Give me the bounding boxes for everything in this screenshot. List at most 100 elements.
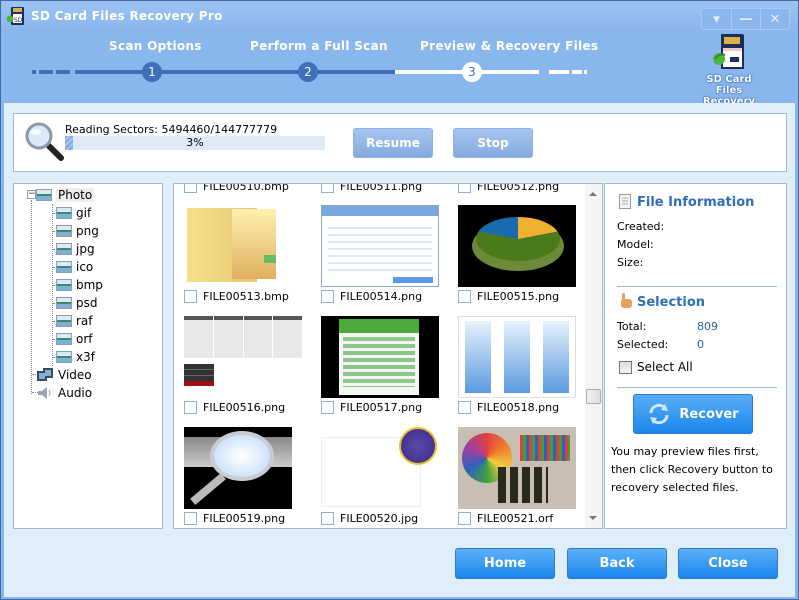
brand-name-line1: SD Card xyxy=(706,74,752,85)
checkbox-box[interactable] xyxy=(619,360,632,374)
step-2-label: Perform a Full Scan xyxy=(250,39,388,53)
wizard-steps: Scan Options Perform a Full Scan Preview… xyxy=(1,31,798,107)
file-item[interactable]: FILE00515.png xyxy=(458,290,559,303)
file-checkbox[interactable] xyxy=(321,290,334,303)
refresh-icon xyxy=(649,403,669,425)
file-thumbnail[interactable] xyxy=(184,427,302,509)
file-thumbnail[interactable] xyxy=(184,316,302,398)
step-3-label: Preview & Recovery Files xyxy=(420,39,599,53)
tree-item-orf[interactable]: orf xyxy=(56,330,93,348)
file-checkbox[interactable] xyxy=(184,512,197,525)
file-thumbnail[interactable] xyxy=(321,316,439,398)
file-thumbnail[interactable] xyxy=(458,316,576,398)
file-item[interactable]: FILE00516.png xyxy=(184,401,285,414)
tree-item-raf[interactable]: raf xyxy=(56,312,93,330)
file-item[interactable]: FILE00521.orf xyxy=(458,512,553,525)
close-button[interactable]: Close xyxy=(678,548,778,579)
track-dash xyxy=(572,70,582,74)
tree-item-label: Audio xyxy=(58,386,93,400)
tree-item-gif[interactable]: gif xyxy=(56,204,91,222)
tree-item-label: psd xyxy=(76,296,98,310)
track-dash xyxy=(32,70,36,74)
file-name: FILE00510.bmp xyxy=(203,183,289,193)
tree-item-label: raf xyxy=(76,314,93,328)
file-item[interactable]: FILE00514.png xyxy=(321,290,422,303)
file-item[interactable]: FILE00520.jpg xyxy=(321,512,418,525)
tree-item-video[interactable]: Video xyxy=(36,366,92,384)
file-checkbox[interactable] xyxy=(458,401,471,414)
tree-item-jpg[interactable]: jpg xyxy=(56,240,95,258)
file-thumbnail[interactable] xyxy=(321,427,439,509)
file-checkbox[interactable] xyxy=(184,401,197,414)
dropdown-menu-button[interactable]: ▾ xyxy=(702,9,731,29)
divider xyxy=(617,387,777,388)
scrollbar-thumb[interactable] xyxy=(586,389,601,404)
info-panel: File Information Created: Model: Size: S… xyxy=(604,183,787,529)
file-checkbox[interactable] xyxy=(458,184,471,193)
file-item[interactable]: FILE00512.png xyxy=(458,183,560,193)
file-name: FILE00516.png xyxy=(203,401,286,414)
stop-button[interactable]: Stop xyxy=(453,128,533,158)
tree-item-png[interactable]: png xyxy=(56,222,99,240)
image-type-icon xyxy=(56,333,72,345)
select-all-checkbox[interactable]: Select All xyxy=(619,360,693,374)
track-dash xyxy=(56,70,70,74)
image-folder-icon xyxy=(36,189,52,201)
tree-item-bmp[interactable]: bmp xyxy=(56,276,103,294)
tree-item-photo[interactable]: Photo xyxy=(36,186,95,204)
tree-item-audio[interactable]: Audio xyxy=(36,384,92,402)
file-thumbnail[interactable] xyxy=(184,205,302,287)
brand-logo: SD Card Files Recovery xyxy=(689,33,769,107)
file-item[interactable]: FILE00513.bmp xyxy=(184,290,289,303)
tree-item-label: ico xyxy=(76,260,94,274)
file-thumbnail[interactable] xyxy=(458,205,576,287)
track-dash xyxy=(39,70,53,74)
tree-item-ico[interactable]: ico xyxy=(56,258,93,276)
file-item[interactable]: FILE00518.png xyxy=(458,401,559,414)
size-label: Size: xyxy=(617,256,644,269)
recover-button[interactable]: Recover xyxy=(633,394,753,434)
tree-item-x3f[interactable]: x3f xyxy=(56,348,95,366)
image-type-icon xyxy=(56,279,72,291)
file-item[interactable]: FILE00510.bmp xyxy=(184,183,289,193)
file-checkbox[interactable] xyxy=(184,184,197,193)
file-checkbox[interactable] xyxy=(184,290,197,303)
scroll-up-arrow-icon[interactable] xyxy=(589,192,597,196)
tree-item-label: Video xyxy=(58,368,92,382)
file-checkbox[interactable] xyxy=(458,290,471,303)
file-thumbnail[interactable] xyxy=(458,427,576,509)
app-window: SD SD Card Files Recovery Pro ▾ — ✕ Scan… xyxy=(0,0,799,600)
file-checkbox[interactable] xyxy=(458,512,471,525)
file-name: FILE00513.bmp xyxy=(203,290,289,303)
file-item[interactable]: FILE00519.png xyxy=(184,512,285,525)
file-checkbox[interactable] xyxy=(321,401,334,414)
minimize-button[interactable]: — xyxy=(731,9,760,29)
close-window-button[interactable]: ✕ xyxy=(760,9,789,29)
select-all-label: Select All xyxy=(637,360,693,374)
image-type-icon xyxy=(56,261,72,273)
vertical-scrollbar[interactable] xyxy=(585,184,602,528)
total-value: 809 xyxy=(697,320,718,333)
video-film-icon xyxy=(37,368,53,381)
selected-label: Selected: xyxy=(617,338,669,351)
scan-progress-bar: 3% xyxy=(65,136,325,150)
home-button[interactable]: Home xyxy=(455,548,555,579)
file-checkbox[interactable] xyxy=(321,184,334,193)
divider xyxy=(617,286,777,287)
scroll-down-arrow-icon[interactable] xyxy=(589,516,597,520)
file-name: FILE00512.png xyxy=(477,183,560,193)
title-bar: SD SD Card Files Recovery Pro ▾ — ✕ xyxy=(1,1,798,31)
reading-sectors-text: Reading Sectors: 5494460/144777779 xyxy=(65,123,278,136)
collapse-photo-toggle[interactable]: − xyxy=(27,190,36,199)
track-dash xyxy=(549,70,569,74)
file-checkbox[interactable] xyxy=(321,512,334,525)
back-button[interactable]: Back xyxy=(567,548,667,579)
file-item[interactable]: FILE00511.png xyxy=(321,184,422,193)
tree-item-psd[interactable]: psd xyxy=(56,294,98,312)
file-item[interactable]: FILE00517.png xyxy=(321,401,422,414)
tree-item-label: Photo xyxy=(56,188,95,202)
resume-button[interactable]: Resume xyxy=(353,128,433,158)
file-thumbnail[interactable] xyxy=(321,205,439,287)
recover-label: Recover xyxy=(679,406,739,422)
tree-item-label: bmp xyxy=(76,278,103,292)
